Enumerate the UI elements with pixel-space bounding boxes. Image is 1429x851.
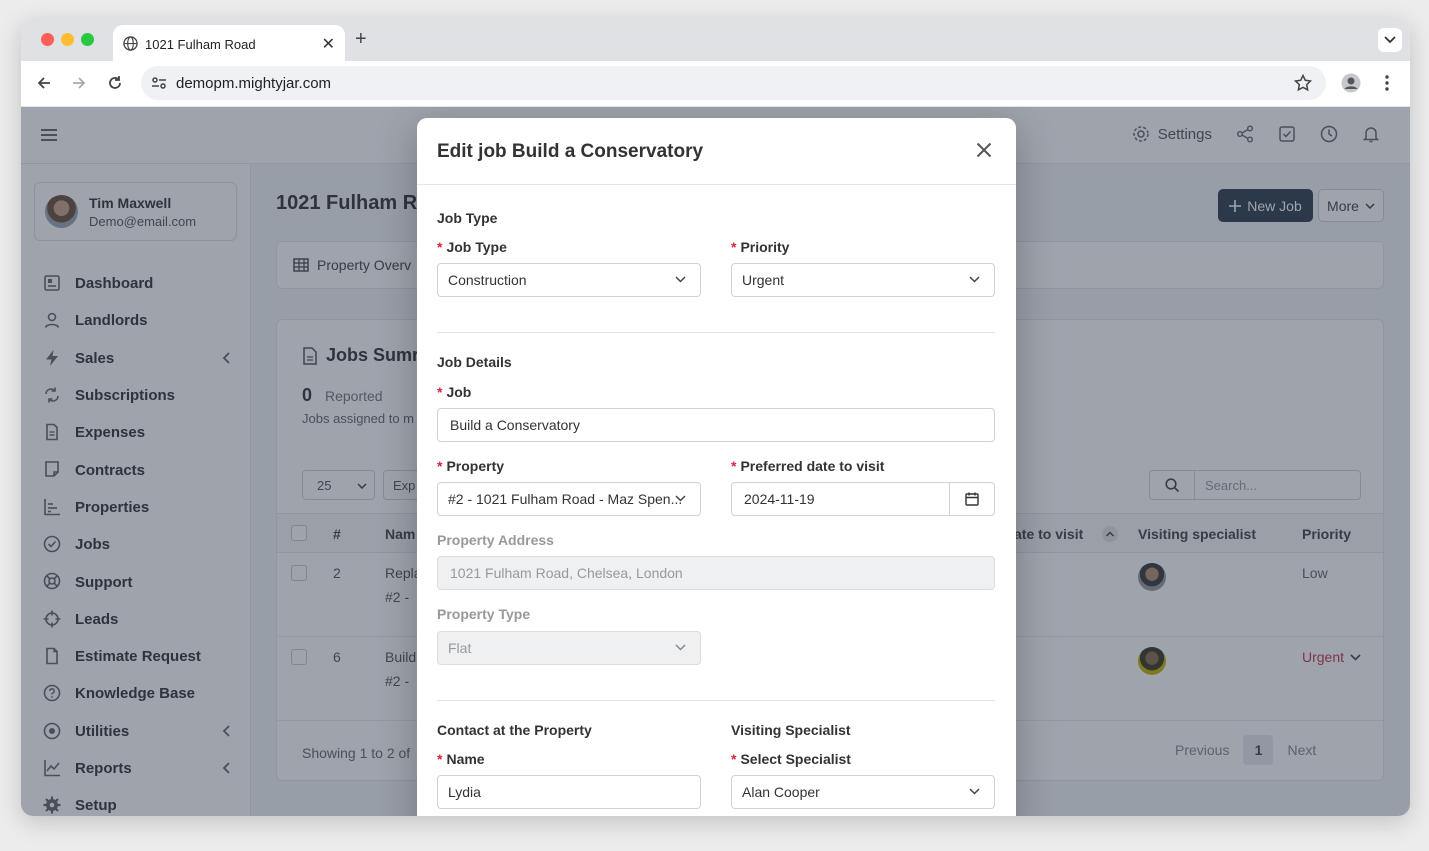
star-icon[interactable]	[1294, 74, 1312, 92]
tab-title: 1021 Fulham Road	[145, 37, 256, 52]
property-select[interactable]: #2 - 1021 Fulham Road - Maz Spen...	[437, 482, 701, 516]
url-text: demopm.mightyjar.com	[176, 75, 332, 92]
site-settings-icon	[152, 77, 166, 89]
select-specialist-label: * Select Specialist	[731, 751, 851, 767]
profile-button[interactable]	[1341, 73, 1361, 93]
reload-icon	[109, 76, 121, 89]
priority-select[interactable]: Urgent	[731, 263, 995, 297]
chevron-down-icon	[1384, 36, 1396, 44]
browser-tab[interactable]: 1021 Fulham Road ✕	[113, 25, 345, 61]
chevron-down-icon	[675, 276, 686, 283]
property-type-label: Property Type	[437, 606, 531, 622]
browser-window: 1021 Fulham Road ✕ + demopm.mightyjar.co…	[21, 19, 1410, 816]
new-tab-button[interactable]: +	[355, 28, 367, 51]
preferred-date-input[interactable]: 2024-11-19	[731, 482, 995, 516]
section-visiting-specialist: Visiting Specialist	[731, 722, 851, 738]
job-type-value: Construction	[448, 272, 527, 288]
property-type-value: Flat	[448, 640, 472, 656]
arrow-left-icon	[37, 77, 50, 89]
close-window-button[interactable]	[41, 33, 54, 46]
divider	[437, 700, 995, 701]
contact-name-input[interactable]: Lydia	[437, 775, 701, 809]
preferred-date-label: * Preferred date to visit	[731, 458, 885, 474]
job-type-label: * Job Type	[437, 239, 507, 255]
reload-button[interactable]	[105, 73, 125, 93]
globe-icon	[123, 36, 138, 51]
section-job-type: Job Type	[437, 210, 498, 226]
forward-button[interactable]	[69, 73, 89, 93]
priority-label: * Priority	[731, 239, 790, 255]
job-label: * Job	[437, 384, 472, 400]
property-address-value: 1021 Fulham Road, Chelsea, London	[450, 565, 683, 581]
calendar-button[interactable]	[949, 483, 994, 515]
minimize-window-button[interactable]	[61, 33, 74, 46]
chevron-down-icon	[969, 788, 980, 795]
app-area: Settings Tim Maxwell Demo@email.com Dash…	[21, 107, 1410, 816]
arrow-right-icon	[73, 77, 86, 89]
priority-value: Urgent	[742, 272, 785, 288]
specialist-value: Alan Cooper	[742, 784, 820, 800]
close-icon[interactable]: ✕	[322, 34, 335, 54]
profile-icon	[1341, 73, 1361, 93]
address-bar[interactable]: demopm.mightyjar.com	[141, 66, 1326, 100]
property-type-select: Flat	[437, 631, 701, 665]
job-input[interactable]: Build a Conservatory	[437, 408, 995, 442]
chevron-down-icon	[675, 644, 686, 651]
tab-search-button[interactable]	[1378, 28, 1402, 52]
calendar-icon	[965, 492, 979, 506]
job-value: Build a Conservatory	[450, 417, 580, 433]
contact-name-value: Lydia	[448, 784, 481, 800]
section-job-details: Job Details	[437, 354, 512, 370]
more-vertical-icon	[1385, 75, 1389, 91]
job-type-select[interactable]: Construction	[437, 263, 701, 297]
edit-job-modal: Edit job Build a Conservatory Job Type *…	[417, 118, 1016, 816]
divider	[437, 332, 995, 333]
property-label: * Property	[437, 458, 505, 474]
zoom-window-button[interactable]	[81, 33, 94, 46]
specialist-select[interactable]: Alan Cooper	[731, 775, 995, 809]
name-label: * Name	[437, 751, 485, 767]
browser-toolbar: demopm.mightyjar.com	[21, 61, 1410, 107]
preferred-date-value: 2024-11-19	[744, 491, 815, 507]
back-button[interactable]	[34, 73, 54, 93]
property-address-field: 1021 Fulham Road, Chelsea, London	[437, 556, 995, 590]
property-value: #2 - 1021 Fulham Road - Maz Spen...	[448, 491, 683, 507]
browser-menu-button[interactable]	[1377, 73, 1397, 93]
close-icon[interactable]	[976, 142, 992, 158]
modal-title: Edit job Build a Conservatory	[437, 141, 704, 162]
tab-bar: 1021 Fulham Road ✕ +	[21, 19, 1410, 61]
section-contact: Contact at the Property	[437, 722, 592, 738]
property-address-label: Property Address	[437, 532, 554, 548]
chevron-down-icon	[969, 276, 980, 283]
modal-header: Edit job Build a Conservatory	[417, 118, 1016, 185]
chevron-down-icon	[675, 495, 686, 502]
